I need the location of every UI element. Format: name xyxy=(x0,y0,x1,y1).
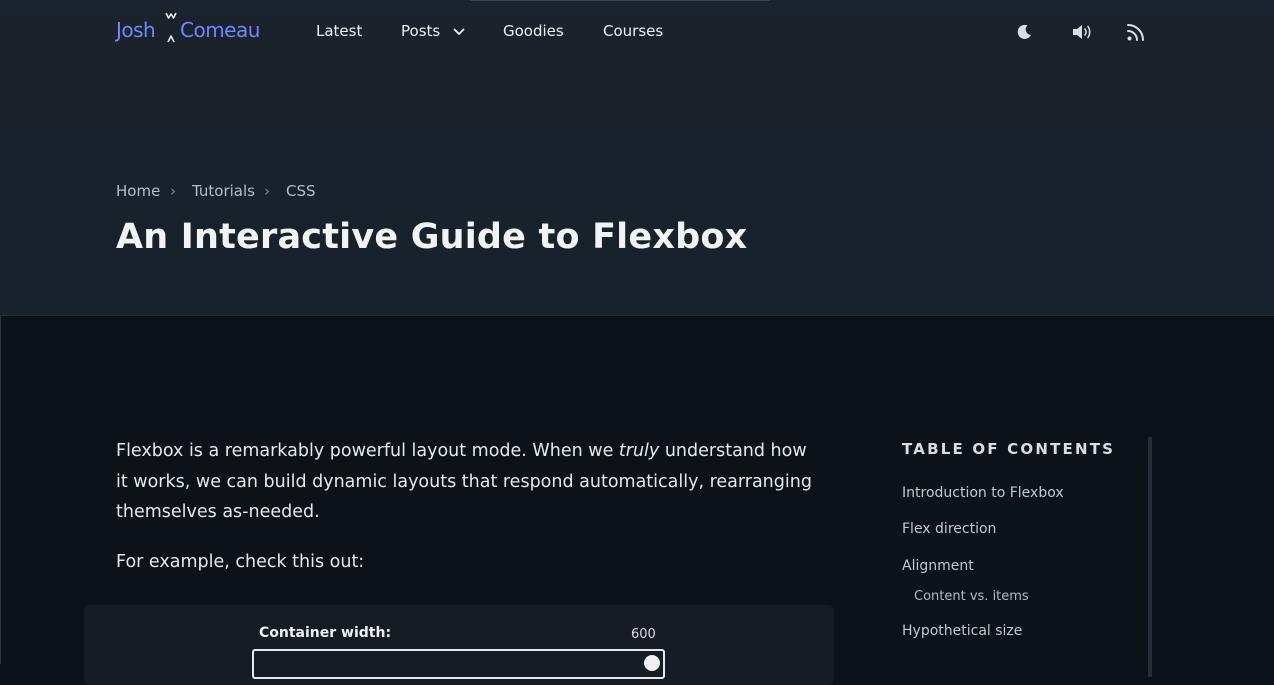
nav-posts-label: Posts xyxy=(401,22,441,40)
breadcrumb-tutorials[interactable]: Tutorials xyxy=(192,182,255,200)
container-width-slider[interactable] xyxy=(252,649,665,679)
container-width-value: 600 xyxy=(631,627,656,642)
flexbox-demo-panel: Container width: 600 xyxy=(84,605,834,685)
toc-item-hypothetical-size[interactable]: Hypothetical size xyxy=(902,623,1022,639)
chevron-down-icon xyxy=(453,28,465,35)
logo-wave-icon xyxy=(165,12,177,43)
toc-divider xyxy=(1148,437,1152,677)
nav-posts[interactable]: Posts xyxy=(401,22,465,40)
slider-thumb[interactable] xyxy=(644,655,660,671)
nav-latest[interactable]: Latest xyxy=(316,22,362,40)
logo-last-name: Comeau xyxy=(180,18,260,42)
logo-first-name: Josh xyxy=(116,18,156,42)
breadcrumb-home[interactable]: Home xyxy=(116,182,160,200)
intro-paragraph: Flexbox is a remarkably powerful layout … xyxy=(116,441,812,522)
nav-goodies[interactable]: Goodies xyxy=(503,22,564,40)
rss-icon[interactable] xyxy=(1124,20,1148,44)
toc-heading: TABLE OF CONTENTS xyxy=(902,440,1116,458)
example-lead: For example, check this out: xyxy=(116,552,365,572)
speaker-icon[interactable] xyxy=(1070,20,1094,44)
header-spacer xyxy=(0,64,1274,128)
page-title: An Interactive Guide to Flexbox xyxy=(116,217,748,257)
nav-courses[interactable]: Courses xyxy=(603,22,663,40)
breadcrumb-separator: › xyxy=(170,182,176,200)
toc-item-alignment[interactable]: Alignment xyxy=(902,558,974,574)
intro-emphasis: truly xyxy=(618,441,660,461)
breadcrumb-separator: › xyxy=(264,182,270,200)
container-width-label: Container width: xyxy=(259,625,392,641)
moon-icon[interactable] xyxy=(1012,20,1036,44)
breadcrumb-css[interactable]: CSS xyxy=(286,182,316,200)
toc-item-introduction[interactable]: Introduction to Flexbox xyxy=(902,485,1064,501)
site-header: Josh Comeau Latest Posts Goodies Courses xyxy=(0,0,1274,64)
toc-item-content-vs-items[interactable]: Content vs. items xyxy=(914,589,1029,604)
toc-item-flex-direction[interactable]: Flex direction xyxy=(902,521,996,537)
